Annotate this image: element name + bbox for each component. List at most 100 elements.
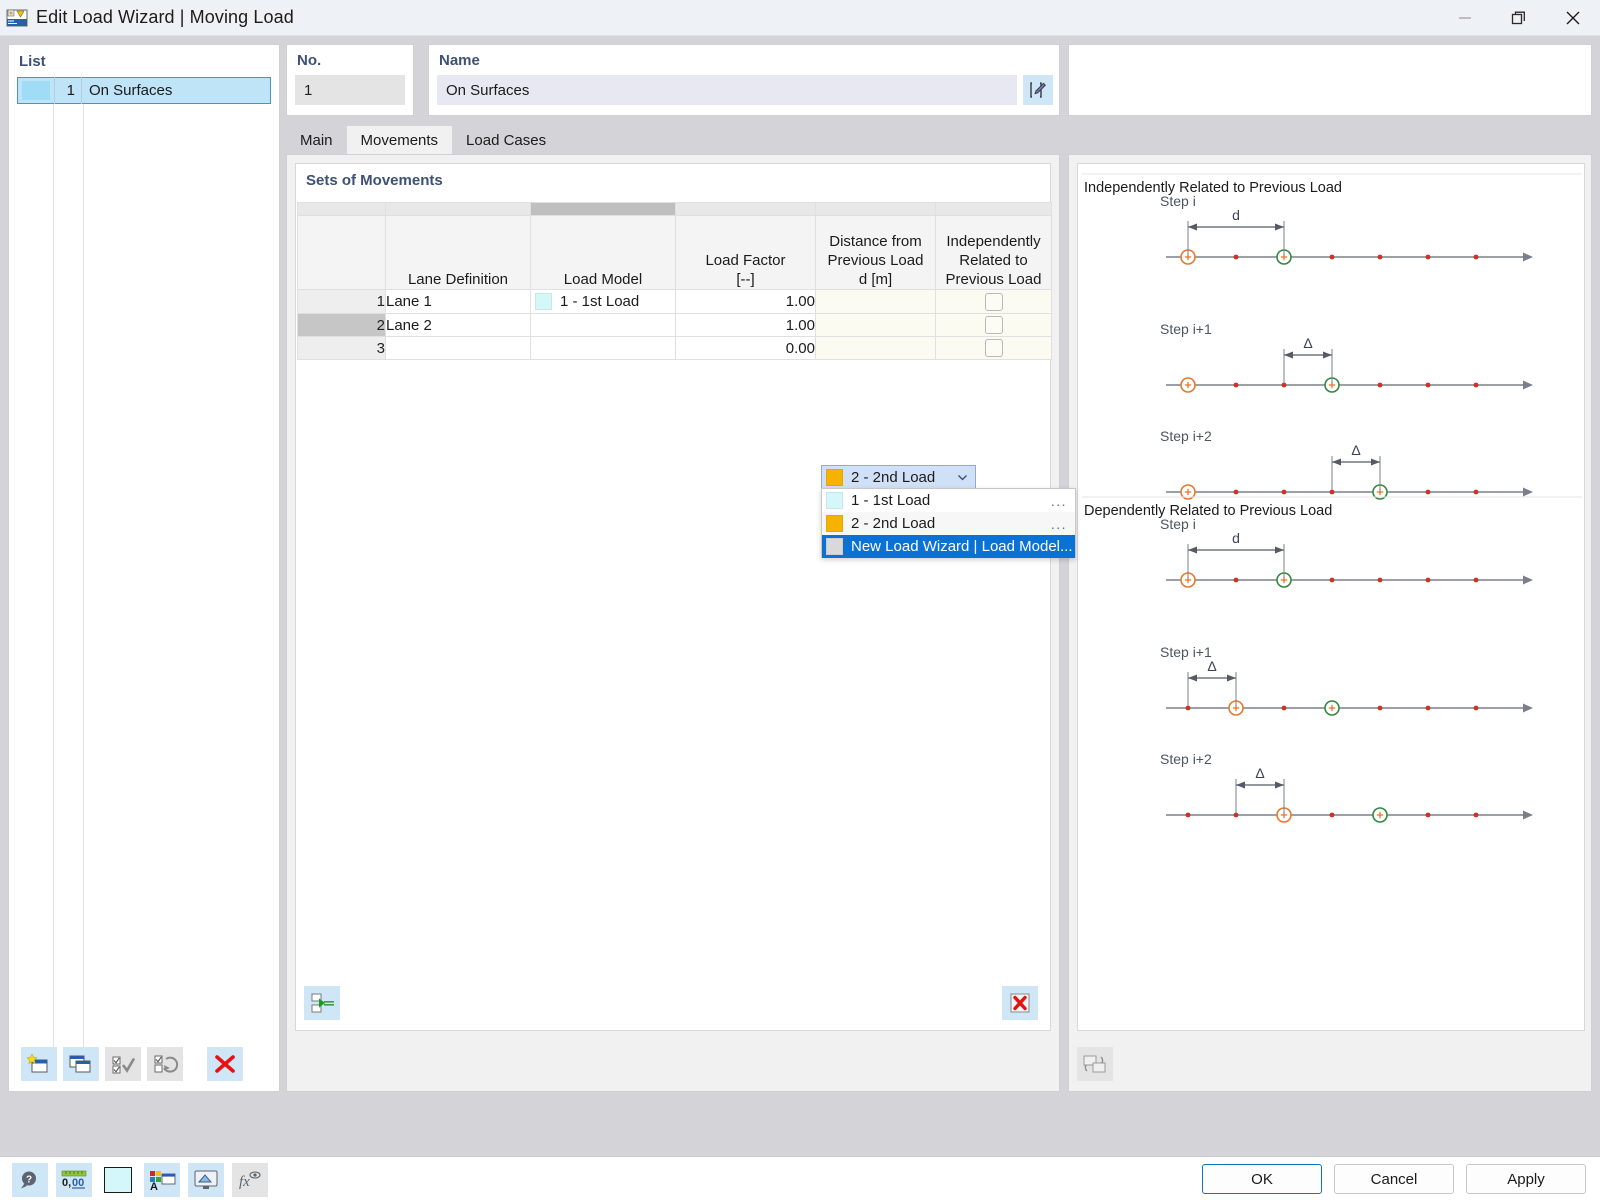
checkbox[interactable] bbox=[984, 339, 1003, 358]
load-model-color-swatch bbox=[826, 515, 843, 532]
dialog-buttons: OK Cancel Apply bbox=[1202, 1164, 1586, 1194]
column-header-load-factor[interactable]: Load Factor [--] bbox=[675, 215, 816, 290]
new-entry-icon[interactable] bbox=[21, 1047, 57, 1081]
cell-load-factor[interactable]: 1.00 bbox=[675, 289, 816, 314]
load-model-color-swatch bbox=[826, 538, 843, 555]
load-model-selected-value: 2 - 2nd Load bbox=[851, 469, 936, 486]
load-model-color-swatch bbox=[535, 293, 552, 310]
visibility-icon[interactable] bbox=[188, 1163, 224, 1197]
load-model-label: 1 - 1st Load bbox=[560, 293, 640, 310]
copy-entry-icon[interactable] bbox=[63, 1047, 99, 1081]
list-toolbar bbox=[21, 1047, 243, 1081]
color-bar-cell bbox=[297, 202, 386, 216]
table-toolbar bbox=[304, 986, 340, 1020]
dropdown-option-label: 2 - 2nd Load bbox=[851, 515, 936, 532]
diagram-panel: Independently Related to Previous Load St… bbox=[1068, 154, 1592, 1092]
column-header-distance[interactable]: Distance from Previous Load d [m] bbox=[815, 215, 936, 290]
column-header-load-model[interactable]: Load Model bbox=[530, 215, 676, 290]
color-bar-cell bbox=[935, 202, 1052, 216]
svg-text:0,: 0, bbox=[62, 1177, 71, 1189]
cell-independently-related[interactable] bbox=[935, 336, 1052, 360]
row-number: 1 bbox=[297, 289, 386, 314]
cell-lane-definition[interactable]: Lane 1 bbox=[385, 289, 531, 314]
minimize-icon[interactable] bbox=[1438, 0, 1492, 36]
swap-image-icon[interactable] bbox=[1077, 1047, 1113, 1081]
dialog-bottom-bar: ? 0, 00 A fx OK Cancel Apply bbox=[0, 1156, 1600, 1200]
table-row[interactable]: 2 Lane 2 1.00 bbox=[297, 313, 1052, 337]
diagram-section-title: Independently Related to Previous Load bbox=[1084, 180, 1342, 196]
dropdown-option-new-load-wizard[interactable]: New Load Wizard | Load Model... bbox=[822, 535, 1075, 558]
checkbox[interactable] bbox=[984, 292, 1003, 311]
cell-load-factor[interactable]: 1.00 bbox=[675, 313, 816, 337]
edit-name-icon[interactable] bbox=[1023, 75, 1053, 105]
ok-button[interactable]: OK bbox=[1202, 1164, 1322, 1194]
cell-lane-definition[interactable] bbox=[385, 336, 531, 360]
column-header-lane-definition[interactable]: Lane Definition bbox=[385, 215, 531, 290]
dropdown-option-ellipsis[interactable]: ... bbox=[1051, 516, 1067, 532]
checkbox[interactable] bbox=[984, 316, 1003, 335]
svg-text:A: A bbox=[150, 1181, 158, 1191]
cell-load-model[interactable] bbox=[530, 336, 676, 360]
delete-row-icon[interactable] bbox=[1002, 986, 1038, 1020]
restore-icon[interactable] bbox=[1492, 0, 1546, 36]
cell-distance[interactable] bbox=[815, 313, 936, 337]
chevron-down-icon[interactable] bbox=[956, 471, 969, 484]
dropdown-option-ellipsis[interactable]: ... bbox=[1051, 493, 1067, 509]
display-properties-icon[interactable]: A bbox=[144, 1163, 180, 1197]
diagram-step-label: Step i+2 bbox=[1160, 751, 1212, 767]
load-model-combobox[interactable]: 2 - 2nd Load bbox=[821, 465, 976, 490]
tab-load-cases[interactable]: Load Cases bbox=[452, 126, 561, 154]
list-item-number: 1 bbox=[66, 82, 75, 99]
tab-movements[interactable]: Movements bbox=[346, 126, 453, 154]
row-number: 2 bbox=[297, 313, 386, 337]
dropdown-option-1st-load[interactable]: 1 - 1st Load ... bbox=[822, 489, 1075, 512]
table-header-row: Lane Definition Load Model Load Factor [… bbox=[297, 215, 1052, 290]
load-model-color-swatch bbox=[826, 492, 843, 509]
sets-of-movements-title: Sets of Movements bbox=[306, 172, 443, 189]
select-all-icon[interactable] bbox=[105, 1047, 141, 1081]
list-item-label: On Surfaces bbox=[89, 82, 173, 99]
number-input[interactable] bbox=[295, 75, 405, 105]
cell-independently-related[interactable] bbox=[935, 313, 1052, 337]
import-row-icon[interactable] bbox=[304, 986, 340, 1020]
movements-tab-panel: Sets of Movements Lane Definition Load M… bbox=[286, 154, 1076, 1092]
cell-distance[interactable] bbox=[815, 336, 936, 360]
name-panel-title: Name bbox=[439, 52, 480, 69]
list-item[interactable]: 1 On Surfaces bbox=[17, 77, 271, 104]
dropdown-option-2nd-load[interactable]: 2 - 2nd Load ... bbox=[822, 512, 1075, 535]
cell-independently-related[interactable] bbox=[935, 289, 1052, 314]
invert-selection-icon[interactable] bbox=[147, 1047, 183, 1081]
tab-main[interactable]: Main bbox=[286, 126, 347, 154]
diagram-dimension-label: Δ bbox=[1351, 442, 1360, 458]
formula-icon[interactable]: fx bbox=[232, 1163, 268, 1197]
delete-row-button[interactable] bbox=[1002, 986, 1038, 1020]
decimal-places-icon[interactable]: 0, 00 bbox=[56, 1163, 92, 1197]
cell-load-model[interactable]: 1 - 1st Load bbox=[530, 289, 676, 314]
column-header-independently-related[interactable]: Independently Related to Previous Load bbox=[935, 215, 1052, 290]
tab-bar: Main Movements Load Cases bbox=[286, 126, 1060, 154]
diagram-svg: Independently Related to Previous LoadSt… bbox=[1082, 173, 1582, 823]
table-row[interactable]: 3 0.00 bbox=[297, 336, 1052, 360]
apply-button[interactable]: Apply bbox=[1466, 1164, 1586, 1194]
delete-entry-icon[interactable] bbox=[207, 1047, 243, 1081]
column-header-rownum bbox=[297, 215, 386, 290]
diagram-dimension-label: Δ bbox=[1303, 335, 1312, 351]
close-icon[interactable] bbox=[1546, 0, 1600, 36]
cancel-button[interactable]: Cancel bbox=[1334, 1164, 1454, 1194]
cell-load-factor[interactable]: 0.00 bbox=[675, 336, 816, 360]
name-input[interactable] bbox=[437, 75, 1017, 105]
cell-load-model[interactable] bbox=[530, 313, 676, 337]
cell-distance[interactable] bbox=[815, 289, 936, 314]
cell-lane-definition[interactable]: Lane 2 bbox=[385, 313, 531, 337]
diagram-dimension-label: d bbox=[1232, 207, 1240, 223]
load-model-dropdown[interactable]: 1 - 1st Load ... 2 - 2nd Load ... New Lo… bbox=[821, 488, 1076, 558]
table-color-bar bbox=[297, 202, 1052, 216]
diagram-image: Independently Related to Previous Load St… bbox=[1077, 163, 1585, 1031]
diagram-step-label: Step i bbox=[1160, 193, 1196, 209]
color-swatch-icon[interactable] bbox=[100, 1163, 136, 1197]
name-panel: Name bbox=[428, 44, 1060, 116]
color-bar-cell-active bbox=[530, 202, 676, 216]
column-header-line: Load Factor bbox=[705, 252, 786, 269]
table-row[interactable]: 1 Lane 1 1 - 1st Load 1.00 bbox=[297, 289, 1052, 314]
help-icon[interactable]: ? bbox=[12, 1163, 48, 1197]
